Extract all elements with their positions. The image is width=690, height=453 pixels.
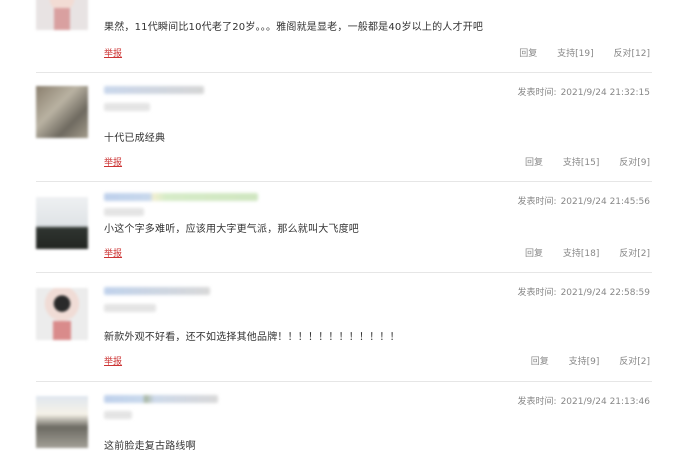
user-meta [104,208,144,216]
user-meta [104,304,156,312]
user-avatar[interactable] [36,197,88,249]
support-button[interactable]: 支持[19] [557,49,593,59]
comment-actions: 回复 支持[9] 反对[2] [514,354,650,367]
comment-text: 这前脸走复古路线啊 [104,441,196,452]
user-avatar[interactable] [36,396,88,448]
username[interactable] [104,287,210,295]
oppose-button[interactable]: 反对[2] [619,249,650,259]
reply-button[interactable]: 回复 [531,357,549,367]
support-button[interactable]: 支持[9] [569,357,600,367]
comment-text: 小这个字多难听，应该用大字更气派，那么就叫大飞度吧 [104,224,359,235]
post-time: 发表时间: 2021/9/24 21:32:15 [517,88,650,98]
post-time: 发表时间: 2021/9/24 22:58:59 [517,288,650,298]
username[interactable] [104,395,218,403]
report-link[interactable]: 举报 [104,46,122,59]
post-time: 发表时间: 2021/9/24 21:45:56 [517,197,650,207]
reply-button[interactable]: 回复 [525,158,543,168]
user-avatar[interactable] [36,288,88,340]
oppose-button[interactable]: 反对[12] [614,49,650,59]
comment-actions: 回复 支持[15] 反对[9] [508,155,650,168]
comment-actions: 回复 支持[19] 反对[12] [502,46,650,59]
support-button[interactable]: 支持[15] [563,158,599,168]
oppose-button[interactable]: 反对[2] [619,357,650,367]
comment-text: 十代已成经典 [104,133,166,144]
support-button[interactable]: 支持[18] [563,249,599,259]
post-time: 发表时间: 2021/9/24 21:13:46 [517,397,650,407]
divider [36,72,652,73]
user-meta [104,103,150,111]
user-meta [104,411,132,419]
report-link[interactable]: 举报 [104,155,122,168]
reply-button[interactable]: 回复 [519,49,537,59]
user-avatar[interactable] [36,0,88,30]
user-avatar[interactable] [36,86,88,138]
divider [36,181,652,182]
reply-button[interactable]: 回复 [525,249,543,259]
divider [36,272,652,273]
username[interactable] [104,193,258,201]
comment-text: 果然，11代瞬间比10代老了20岁。。。雅阁就是显老，一般都是40岁以上的人才开… [104,22,484,33]
report-link[interactable]: 举报 [104,246,122,259]
report-link[interactable]: 举报 [104,354,122,367]
oppose-button[interactable]: 反对[9] [619,158,650,168]
username[interactable] [104,86,204,94]
comment-actions: 回复 支持[18] 反对[2] [508,246,650,259]
divider [36,381,652,382]
comment-text: 新款外观不好看，还不如选择其他品牌！！！！！！！！！！！！ [104,332,400,343]
